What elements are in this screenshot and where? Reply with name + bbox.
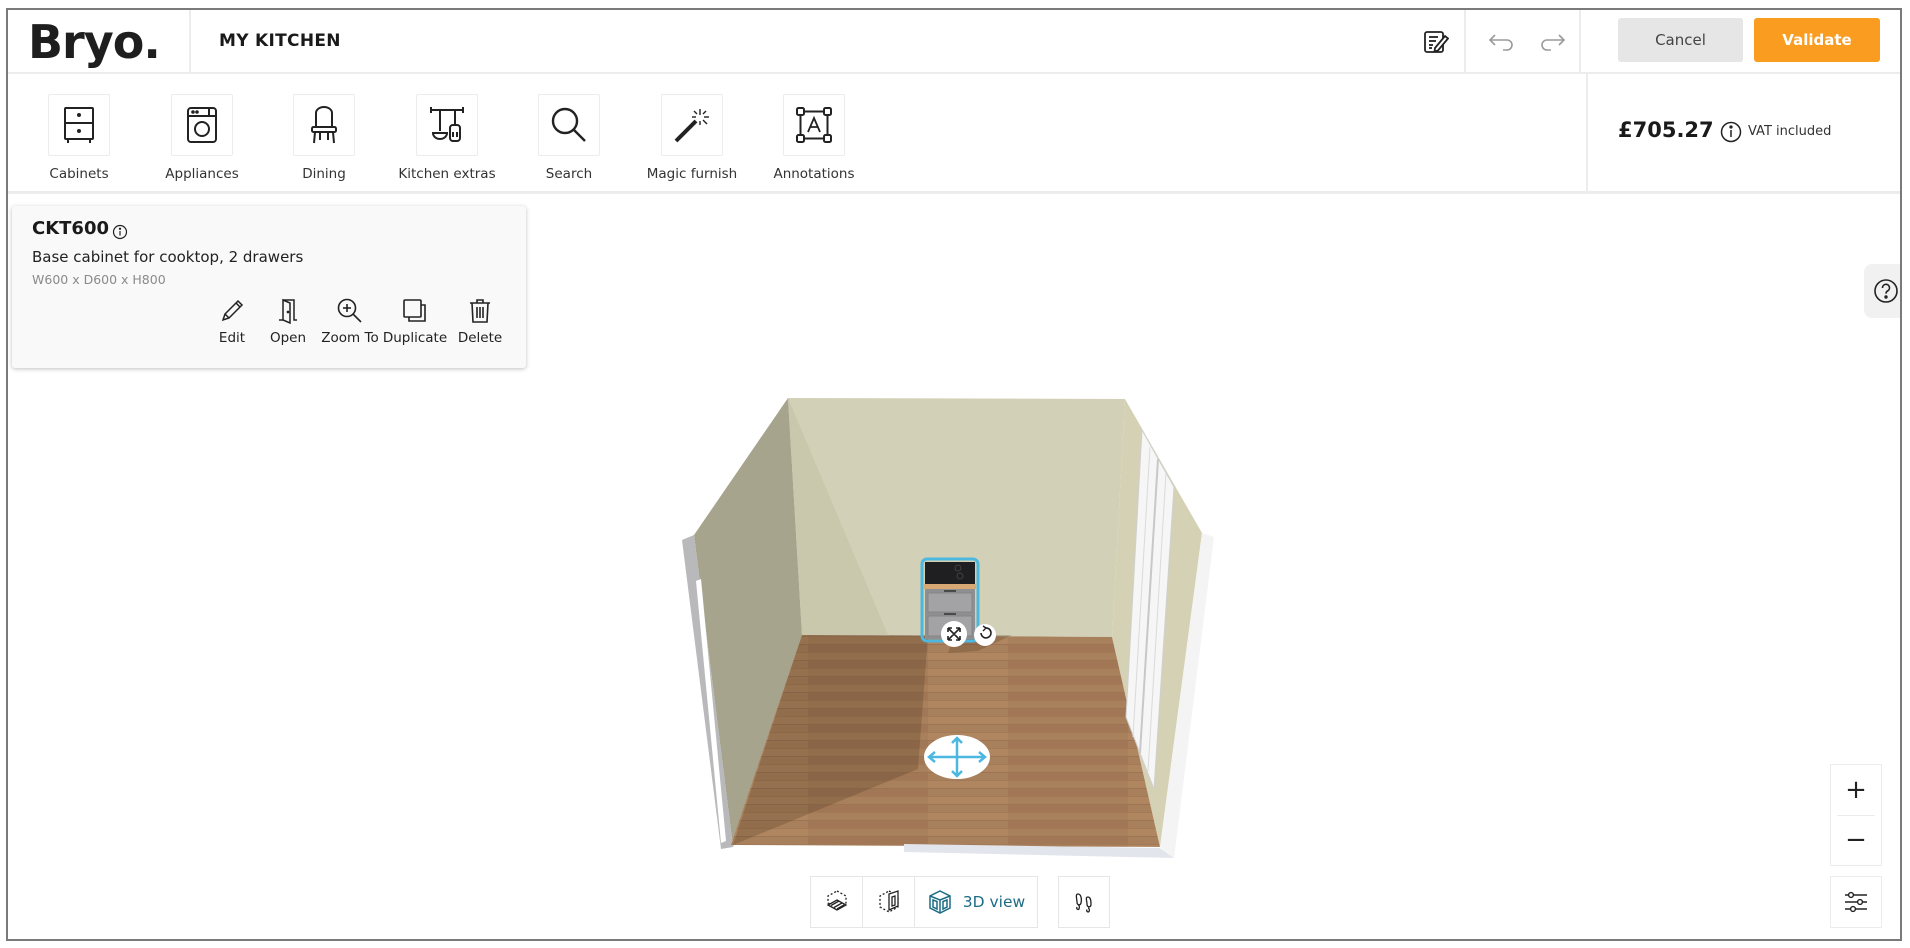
item-dimensions: W600 x D600 x H800 [32,272,166,287]
redo-icon [1541,34,1566,51]
zoom-to-button[interactable]: Zoom To [314,292,386,352]
tool-icon-box [661,94,723,156]
vat-label: VAT included [1748,124,1832,139]
wall-view-button[interactable] [863,877,915,927]
project-title: MY KITCHEN [219,31,341,51]
washing-machine-icon [187,107,217,143]
tool-icon-box [48,94,110,156]
search-icon [551,107,586,142]
tool-cabinets[interactable]: Cabinets [18,74,138,192]
tool-icon-box [416,94,478,156]
trash-icon [470,299,490,323]
tool-dining[interactable]: Dining [263,74,383,192]
3d-view-button[interactable]: 3D view [915,877,1037,927]
move-handle[interactable] [924,735,990,779]
walkthrough-button[interactable] [1058,876,1110,928]
total-price: £705.27 [1618,118,1714,142]
action-label: Zoom To [321,330,379,346]
item-info-button[interactable] [112,224,128,244]
header-bar: Bryo. MY KITCHEN Cancel Validate [8,10,1900,74]
action-icon-wrap [444,296,516,326]
tool-icon-box [293,94,355,156]
notes-edit-button[interactable] [1420,26,1452,58]
action-label: Duplicate [382,330,448,346]
undo-button[interactable] [1486,26,1518,58]
tool-icon-box [783,94,845,156]
delete-button[interactable]: Delete [444,292,516,352]
price-info-button[interactable] [1720,121,1742,147]
tool-icon-box [171,94,233,156]
header-divider [1464,10,1466,72]
floor-plan-view-button[interactable] [811,877,863,927]
duplicate-button[interactable]: Duplicate [379,292,451,352]
footprints-icon [1075,893,1092,913]
zoom-in-button[interactable]: + [1831,765,1881,815]
app-window: Bryo. MY KITCHEN Cancel Validate Cabinet… [6,8,1902,941]
chair-icon [311,106,337,144]
catalog-toolbar: Cabinets Appliances Dining Kitchen extra… [8,74,1900,194]
item-code: CKT600 [32,218,110,239]
logo: Bryo. [28,15,161,69]
resize-handle[interactable] [941,621,967,647]
action-icon-wrap [379,296,451,326]
item-details-panel: CKT600 Base cabinet for cooktop, 2 drawe… [12,206,526,368]
3d-view-label: 3D view [962,893,1026,911]
price-divider [1586,74,1588,192]
zoom-controls: + − [1830,764,1882,866]
action-icon-wrap [314,296,386,326]
floor-plan-icon [826,890,847,911]
3d-room-icon [929,890,951,914]
cancel-button[interactable]: Cancel [1618,18,1743,62]
help-icon [1874,279,1898,303]
view-mode-switcher: 3D view [810,876,1038,928]
item-description: Base cabinet for cooktop, 2 drawers [32,248,304,266]
info-icon [1720,121,1742,143]
pencil-icon [221,299,244,322]
cabinet-icon [64,107,94,143]
redo-button[interactable] [1536,26,1568,58]
sliders-icon [1845,891,1867,913]
display-settings-button[interactable] [1830,876,1882,928]
header-divider [1579,10,1581,72]
action-label: Delete [457,330,503,346]
utensils-rail-icon [430,107,464,142]
tool-annotations[interactable]: Annotations [753,74,873,192]
undo-icon [1488,34,1513,51]
validate-button[interactable]: Validate [1754,18,1880,62]
tool-search[interactable]: Search [508,74,628,192]
tool-label: Annotations [773,166,855,182]
magic-wand-icon [674,109,709,143]
tool-icon-box [538,94,600,156]
help-button[interactable] [1864,264,1900,318]
header-divider [189,10,191,72]
zoom-out-button[interactable]: − [1831,815,1881,865]
wall-elevation-icon [878,890,899,913]
door-open-icon [279,298,297,324]
rotate-handle[interactable] [974,624,996,646]
zoom-in-icon [337,298,362,323]
info-icon [112,224,128,240]
notes-edit-icon [1424,31,1449,53]
annotation-icon [796,107,832,143]
duplicate-icon [403,299,426,322]
